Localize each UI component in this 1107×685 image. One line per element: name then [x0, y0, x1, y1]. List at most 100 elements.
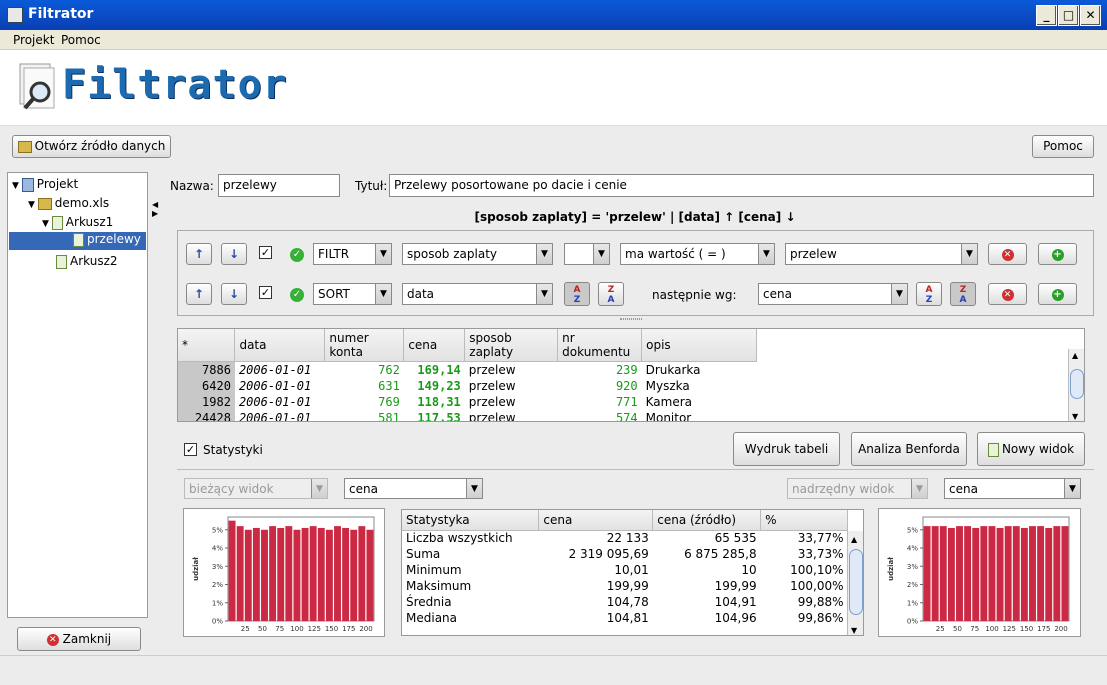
then-sort-ascending-icon[interactable]: AZ	[916, 282, 942, 306]
left-column-select[interactable]: cena ▼	[344, 478, 483, 499]
histogram-bar	[923, 526, 931, 621]
menu-projekt[interactable]: Projekt	[13, 33, 54, 47]
statistics-cell: Liczba wszystkich	[406, 531, 513, 546]
column-header[interactable]: *	[178, 329, 236, 362]
table-cell: 920	[615, 378, 638, 393]
right-column-select[interactable]: cena ▼	[944, 478, 1081, 499]
collapse-left-icon[interactable]: ◀ ▶	[152, 200, 158, 218]
sort-descending-icon[interactable]: ZA	[598, 282, 624, 306]
sort-enabled-checkbox[interactable]: ✓	[259, 286, 272, 299]
histogram-bar	[1037, 526, 1045, 621]
sort-column-select[interactable]: data ▼	[402, 283, 553, 305]
benford-analysis-button[interactable]: Analiza Benforda	[851, 432, 967, 466]
window-title: Filtrator	[28, 6, 94, 22]
statistics-row[interactable]: Średnia 104,78 104,91 99,88%	[402, 594, 848, 610]
title-input[interactable]: Przelewy posortowane po dacie i cenie	[389, 174, 1094, 197]
close-button[interactable]: ✕ Zamknij	[17, 627, 141, 651]
left-column-value: cena	[349, 482, 378, 496]
statistics-row[interactable]: Maksimum 199,99 199,99 100,00%	[402, 578, 848, 594]
filter-type-value: FILTR	[318, 247, 350, 261]
name-input[interactable]: przelewy	[218, 174, 340, 197]
statistics-checkbox[interactable]: ✓	[184, 443, 197, 456]
sort-type-select[interactable]: SORT ▼	[313, 283, 392, 305]
table-row[interactable]: 24428 2006-01-01 581 117,53 przelew 574 Monito…	[178, 409, 757, 422]
splitter-handle[interactable]	[620, 318, 642, 320]
scroll-thumb[interactable]	[1070, 369, 1084, 399]
table-row[interactable]: 6420 2006-01-01 631 149,23 przelew 920 Myszka	[178, 377, 757, 394]
statistics-row[interactable]: Suma 2 319 095,69 6 875 285,8 33,73%	[402, 546, 848, 562]
folder-icon	[17, 140, 32, 153]
filter-column-select[interactable]: sposob zaplaty ▼	[402, 243, 553, 265]
table-cell: Monitor	[645, 410, 692, 422]
column-header[interactable]: nr dokumentu	[557, 329, 643, 362]
statistics-row[interactable]: Minimum 10,01 10 100,10%	[402, 562, 848, 578]
column-header[interactable]: cena (źródło)	[652, 510, 762, 531]
table-cell: 771	[615, 394, 638, 409]
move-down-button[interactable]: ↓	[221, 283, 247, 305]
histogram-bar	[1029, 526, 1036, 621]
column-header[interactable]: cena	[403, 329, 466, 362]
sort-ascending-icon[interactable]: AZ	[564, 282, 590, 306]
new-view-button[interactable]: Nowy widok	[977, 432, 1085, 466]
tree-node-przelewy[interactable]: przelewy	[9, 232, 146, 250]
column-header[interactable]: %	[760, 510, 848, 531]
scroll-thumb[interactable]	[849, 549, 863, 615]
x-tick-label: 50	[953, 625, 962, 633]
move-up-button[interactable]: ↑	[186, 243, 212, 265]
maximize-button[interactable]: □	[1058, 5, 1079, 26]
then-sort-descending-icon[interactable]: ZA	[950, 282, 976, 306]
parent-view-select[interactable]: nadrzędny widok ▼	[787, 478, 928, 499]
tree-node-arkusz2[interactable]: Arkusz2	[56, 254, 118, 269]
column-header[interactable]: sposob zaplaty	[464, 329, 559, 362]
table-cell: Drukarka	[645, 362, 701, 377]
add-criterion-button[interactable]: +	[1038, 243, 1077, 265]
menu-pomoc[interactable]: Pomoc	[61, 33, 101, 47]
column-header[interactable]: opis	[641, 329, 757, 362]
tree-node-projekt[interactable]: ▼ Projekt	[12, 177, 78, 192]
statistics-row[interactable]: Liczba wszystkich 22 133 65 535 33,77%	[402, 530, 848, 546]
sort-then-column-select[interactable]: cena ▼	[758, 283, 908, 305]
statistics-row[interactable]: Mediana 104,81 104,96 99,86%	[402, 610, 848, 626]
scroll-up-icon[interactable]: ▲	[1072, 351, 1078, 360]
remove-criterion-button[interactable]: ✕	[988, 283, 1027, 305]
open-source-button[interactable]: Otwórz źródło danych	[12, 135, 171, 158]
current-view-select[interactable]: bieżący widok ▼	[184, 478, 328, 499]
print-table-button[interactable]: Wydruk tabeli	[733, 432, 840, 466]
column-header[interactable]: Statystyka	[402, 510, 540, 531]
column-header[interactable]: numer konta	[324, 329, 405, 362]
filter-value-select[interactable]: przelew ▼	[785, 243, 978, 265]
scroll-down-icon[interactable]: ▼	[851, 626, 857, 635]
close-icon: ✕	[46, 633, 59, 646]
move-down-button[interactable]: ↓	[221, 243, 247, 265]
tree-node-arkusz1[interactable]: ▼ Arkusz1	[42, 215, 113, 230]
close-window-button[interactable]: ✕	[1080, 5, 1101, 26]
table-row[interactable]: 7886 2006-01-01 762 169,14 przelew 239 Drukark…	[178, 361, 757, 378]
x-tick-label: 125	[308, 625, 321, 633]
filter-modifier-select[interactable]: ▼	[564, 243, 610, 265]
filter-enabled-checkbox[interactable]: ✓	[259, 246, 272, 259]
statistics-grid: Statystyka cena cena (źródło) % Liczba w…	[402, 510, 848, 626]
column-header[interactable]: cena	[538, 510, 654, 531]
name-label: Nazwa:	[170, 179, 214, 193]
data-grid: * data numer konta cena sposob zaplaty n…	[178, 329, 757, 422]
scroll-down-icon[interactable]: ▼	[1072, 412, 1078, 421]
move-up-button[interactable]: ↑	[186, 283, 212, 305]
table-row[interactable]: 1982 2006-01-01 769 118,31 przelew 771 Kamera	[178, 393, 757, 410]
table-scrollbar[interactable]: ▲ ▼	[1068, 349, 1084, 421]
histogram-bar	[350, 529, 358, 621]
add-criterion-button[interactable]: +	[1038, 283, 1077, 305]
tree-label: Projekt	[36, 177, 79, 191]
table-cell: 7886	[178, 361, 235, 378]
scroll-up-icon[interactable]: ▲	[851, 535, 857, 544]
filter-operator-select[interactable]: ma wartość ( = ) ▼	[620, 243, 775, 265]
remove-criterion-button[interactable]: ✕	[988, 243, 1027, 265]
statistics-scrollbar[interactable]: ▲ ▼	[847, 531, 863, 635]
table-cell: 1982	[178, 393, 235, 410]
column-header[interactable]: data	[234, 329, 326, 362]
filter-type-select[interactable]: FILTR ▼	[313, 243, 392, 265]
minimize-button[interactable]: _	[1036, 5, 1057, 26]
tree-node-demo-xls[interactable]: ▼ demo.xls	[28, 196, 109, 210]
histogram-bar	[1061, 526, 1069, 621]
help-button[interactable]: Pomoc	[1032, 135, 1094, 158]
statistics-cell: 100,00%	[790, 579, 844, 593]
